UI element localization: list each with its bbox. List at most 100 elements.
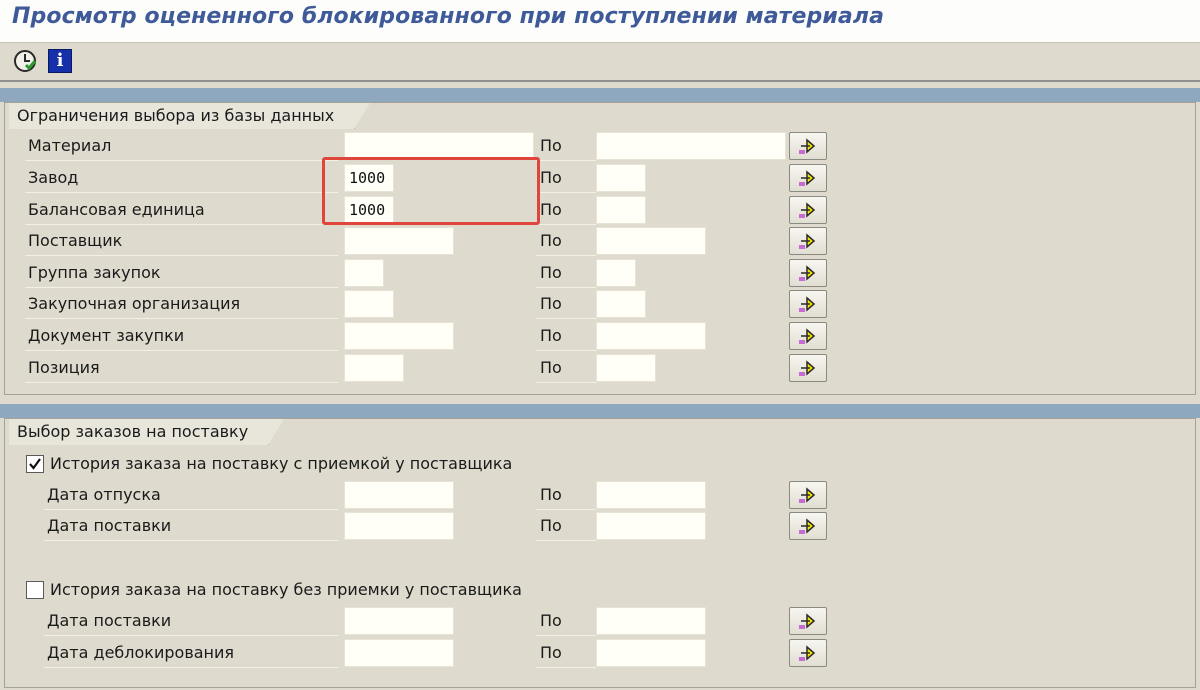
multiple-selection-button[interactable] <box>789 322 827 350</box>
purchasing-org-from-input[interactable] <box>344 290 394 318</box>
multiple-selection-button[interactable] <box>789 259 827 287</box>
to-label: По <box>536 164 596 193</box>
checkbox-with-vendor-receipt[interactable] <box>26 455 44 473</box>
delivery-date-from-input[interactable] <box>344 512 454 540</box>
valuation-area-to-input[interactable] <box>596 196 646 224</box>
row-purchasing-group: Группа закупок По <box>5 259 1195 289</box>
row-delivery-date-2: Дата поставки По <box>5 607 1195 637</box>
checkbox-label: История заказа на поставку без приемки у… <box>50 580 522 599</box>
field-label: Позиция <box>25 354 338 383</box>
to-label: По <box>536 512 596 541</box>
to-label: По <box>536 322 596 351</box>
field-label: Материал <box>25 132 338 161</box>
to-label: По <box>536 290 596 319</box>
field-label: Дата отпуска <box>44 481 338 510</box>
multiple-selection-button[interactable] <box>789 639 827 667</box>
material-to-input[interactable] <box>596 132 786 160</box>
row-item: Позиция По <box>5 354 1195 384</box>
row-purchasing-org: Закупочная организация По <box>5 290 1195 320</box>
multiple-selection-button[interactable] <box>789 607 827 635</box>
release-date-to-input[interactable] <box>596 639 706 667</box>
highlight-annotation <box>322 157 540 225</box>
purchasing-group-from-input[interactable] <box>344 259 384 287</box>
arrow-right-icon <box>799 233 816 249</box>
purchasing-org-to-input[interactable] <box>596 290 646 318</box>
arrow-right-icon <box>799 265 816 281</box>
field-label: Группа закупок <box>25 259 338 288</box>
arrow-right-icon <box>799 518 816 534</box>
material-from-input[interactable] <box>344 132 534 160</box>
field-label: Дата поставки <box>44 607 338 636</box>
vendor-to-input[interactable] <box>596 227 706 255</box>
row-delivery-date: Дата поставки По <box>5 512 1195 542</box>
multiple-selection-button[interactable] <box>789 512 827 540</box>
to-label: По <box>536 196 596 225</box>
to-label: По <box>536 132 596 161</box>
row-plant: Завод 1000 По <box>5 164 1195 194</box>
page-title: Просмотр оцененного блокированного при п… <box>12 4 885 29</box>
delivery-date-2-from-input[interactable] <box>344 607 454 635</box>
field-label: Закупочная организация <box>25 290 338 319</box>
vendor-from-input[interactable] <box>344 227 454 255</box>
selection-group-purchase-orders: Выбор заказов на поставку История заказа… <box>4 418 1196 688</box>
field-label: Дата деблокирования <box>44 639 338 668</box>
checkbox-without-vendor-receipt[interactable] <box>26 581 44 599</box>
group-title: Выбор заказов на поставку <box>9 419 285 445</box>
field-label: Дата поставки <box>44 512 338 541</box>
section-band <box>0 404 1200 418</box>
row-material: Материал По <box>5 132 1195 162</box>
arrow-right-icon <box>799 613 816 629</box>
purchasing-document-to-input[interactable] <box>596 322 706 350</box>
checkmark-icon <box>29 458 41 470</box>
plant-to-input[interactable] <box>596 164 646 192</box>
field-label: Поставщик <box>25 227 338 256</box>
checkbox-label: История заказа на поставку с приемкой у … <box>50 454 513 473</box>
application-toolbar: i <box>0 43 1200 82</box>
group-title: Ограничения выбора из базы данных <box>9 103 371 129</box>
title-bar: Просмотр оцененного блокированного при п… <box>0 0 1200 43</box>
item-from-input[interactable] <box>344 354 404 382</box>
section-band <box>0 88 1200 102</box>
field-label: Документ закупки <box>25 322 338 351</box>
multiple-selection-button[interactable] <box>789 132 827 160</box>
arrow-right-icon <box>799 328 816 344</box>
to-label: По <box>536 607 596 636</box>
arrow-right-icon <box>799 645 816 661</box>
release-date-from-input[interactable] <box>344 639 454 667</box>
field-label: Балансовая единица <box>25 196 338 225</box>
arrow-right-icon <box>799 360 816 376</box>
purchasing-group-to-input[interactable] <box>596 259 636 287</box>
to-label: По <box>536 259 596 288</box>
row-valuation-area: Балансовая единица 1000 По <box>5 196 1195 226</box>
delivery-date-to-input[interactable] <box>596 512 706 540</box>
row-purchasing-document: Документ закупки По <box>5 322 1195 352</box>
info-icon[interactable]: i <box>48 49 72 73</box>
option-without-gr: История заказа на поставку без приемки у… <box>5 576 1195 606</box>
multiple-selection-button[interactable] <box>789 481 827 509</box>
item-to-input[interactable] <box>596 354 656 382</box>
clock-execute-icon[interactable] <box>13 49 37 73</box>
arrow-right-icon <box>799 296 816 312</box>
row-vendor: Поставщик По <box>5 227 1195 257</box>
delivery-date-2-to-input[interactable] <box>596 607 706 635</box>
info-glyph: i <box>56 50 64 71</box>
multiple-selection-button[interactable] <box>789 354 827 382</box>
to-label: По <box>536 639 596 668</box>
multiple-selection-button[interactable] <box>789 196 827 224</box>
multiple-selection-button[interactable] <box>789 290 827 318</box>
option-with-gr: История заказа на поставку с приемкой у … <box>5 450 1195 480</box>
selection-group-database: Ограничения выбора из базы данных Матери… <box>4 102 1196 395</box>
to-label: По <box>536 354 596 383</box>
multiple-selection-button[interactable] <box>789 164 827 192</box>
multiple-selection-button[interactable] <box>789 227 827 255</box>
arrow-right-icon <box>799 138 816 154</box>
issue-date-to-input[interactable] <box>596 481 706 509</box>
arrow-right-icon <box>799 202 816 218</box>
purchasing-document-from-input[interactable] <box>344 322 454 350</box>
row-release-date: Дата деблокирования По <box>5 639 1195 669</box>
row-issue-date: Дата отпуска По <box>5 481 1195 511</box>
arrow-right-icon <box>799 487 816 503</box>
issue-date-from-input[interactable] <box>344 481 454 509</box>
to-label: По <box>536 227 596 256</box>
field-label: Завод <box>25 164 338 193</box>
